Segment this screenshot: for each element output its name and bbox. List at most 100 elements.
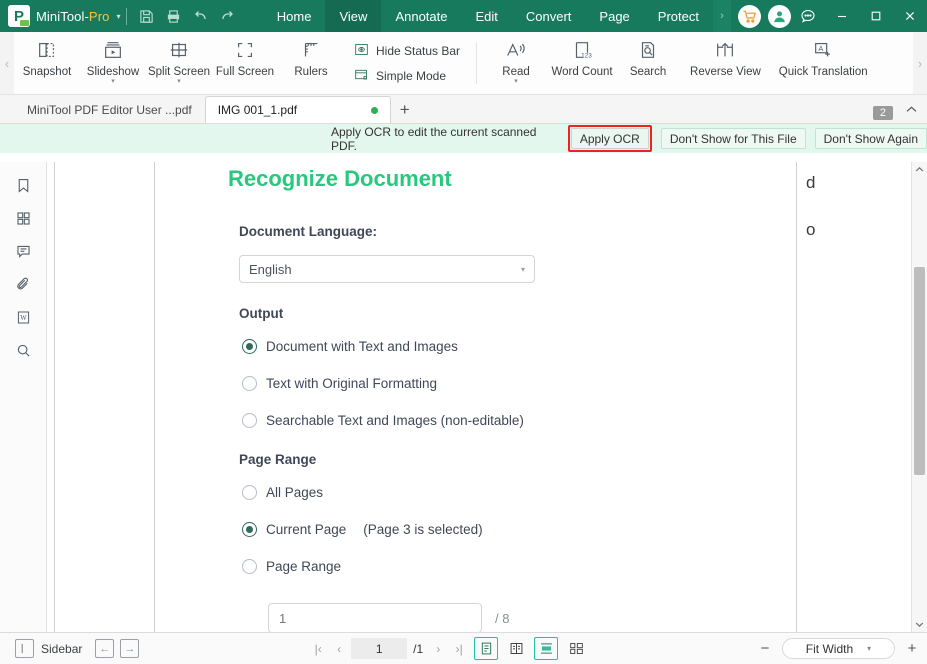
zoom-in-button[interactable]: + (905, 640, 919, 657)
watermark-w-icon[interactable]: W (8, 302, 38, 333)
chevron-up-icon[interactable] (899, 96, 923, 123)
page-range-option-all-pages[interactable]: All Pages (242, 485, 323, 500)
document-tab-active[interactable]: IMG 001_1.pdf (204, 96, 391, 123)
ribbon-button-reverse-view[interactable]: Reverse View (681, 32, 770, 94)
output-option-searchable-text-images[interactable]: Searchable Text and Images (non-editable… (242, 413, 524, 428)
ribbon-button-split-screen[interactable]: Split Screen ▾ (146, 32, 212, 94)
search-magnifier-icon[interactable] (8, 335, 38, 366)
last-page-button[interactable]: ›| (450, 638, 468, 660)
read-aloud-icon (504, 37, 528, 63)
document-viewport[interactable]: Recognize Document Document Language: En… (47, 162, 927, 632)
menu-tab-edit[interactable]: Edit (461, 0, 511, 32)
zoom-out-button[interactable]: − (758, 640, 772, 657)
menu-tab-annotate[interactable]: Annotate (381, 0, 461, 32)
document-language-label: Document Language: (239, 224, 378, 239)
attachment-paperclip-icon[interactable] (8, 269, 38, 300)
document-tab-inactive[interactable]: MiniTool PDF Editor User ...pdf (14, 96, 205, 123)
two-page-view-icon[interactable] (504, 637, 528, 660)
previous-page-button[interactable]: ‹ (330, 638, 348, 660)
ribbon-button-snapshot[interactable]: Snapshot (14, 32, 80, 94)
facing-pages-icon[interactable] (564, 637, 588, 660)
ribbon-label-rulers: Rulers (294, 66, 328, 78)
current-page-input[interactable]: 1 (351, 638, 408, 659)
menu-tab-convert[interactable]: Convert (512, 0, 586, 32)
radio-button (242, 413, 257, 428)
print-icon[interactable] (160, 0, 187, 32)
output-option-label: Searchable Text and Images (non-editable… (266, 413, 524, 428)
ribbon-scroll-right-icon[interactable]: › (913, 32, 927, 94)
ribbon-button-slideshow[interactable]: Slideshow ▾ (80, 32, 146, 94)
output-option-document-text-images[interactable]: Document with Text and Images (242, 339, 458, 354)
brand-main: MiniTool (36, 8, 85, 24)
page-navigation: |‹ ‹ 1 /1 › ›| (309, 637, 588, 660)
preview-text-fragment-top: d (806, 173, 816, 192)
ribbon-button-word-count[interactable]: 123 Word Count (549, 32, 615, 94)
apply-ocr-button[interactable]: Apply OCR (570, 128, 649, 149)
page-range-option-current-page[interactable]: Current Page (Page 3 is selected) (242, 522, 483, 537)
continuous-scroll-icon[interactable] (534, 637, 559, 660)
output-option-label: Document with Text and Images (266, 339, 458, 354)
dont-show-for-this-file-button[interactable]: Don't Show for This File (660, 128, 806, 149)
single-page-view-icon[interactable] (474, 637, 499, 660)
menu-tab-home[interactable]: Home (263, 0, 326, 32)
user-account-icon[interactable] (767, 4, 791, 28)
brand-dropdown-caret-icon[interactable]: ▾ (116, 12, 120, 21)
ribbon-button-full-screen[interactable]: Full Screen (212, 32, 278, 94)
scrollbar-thumb[interactable] (914, 267, 925, 475)
bookmark-icon[interactable] (8, 170, 38, 201)
rulers-icon (300, 37, 322, 63)
menu-tab-page[interactable]: Page (585, 0, 643, 32)
ribbon-button-quick-translation[interactable]: A Quick Translation (770, 32, 877, 94)
redo-icon[interactable] (214, 0, 241, 32)
save-icon[interactable] (133, 0, 160, 32)
page-range-input[interactable]: 1 (268, 603, 482, 632)
comment-icon[interactable] (8, 236, 38, 267)
read-dropdown-caret-icon[interactable]: ▾ (514, 78, 518, 85)
workspace: W Recognize Document Document Language: … (0, 162, 927, 632)
undo-icon[interactable] (187, 0, 214, 32)
close-button[interactable] (893, 0, 927, 32)
split-screen-dropdown-caret-icon[interactable]: ▾ (177, 78, 181, 85)
apply-ocr-highlight-box: Apply OCR (567, 125, 652, 152)
thumbnails-grid-icon[interactable] (8, 203, 38, 234)
ribbon-label-simple-mode: Simple Mode (376, 68, 447, 83)
zoom-level-select[interactable]: Fit Width ▾ (781, 638, 895, 659)
menu-tab-protect[interactable]: Protect (644, 0, 713, 32)
ribbon-button-read[interactable]: Read ▾ (483, 32, 549, 94)
ribbon-group-tools: Read ▾ 123 Word Count Search Reverse Vie… (483, 32, 877, 94)
menu-tab-view[interactable]: View (325, 0, 382, 32)
ribbon-toggle-hide-status-bar[interactable]: Hide Status Bar (354, 42, 460, 60)
sidebar-label: Sidebar (41, 641, 83, 656)
feedback-bubble-icon[interactable] (791, 0, 825, 32)
new-tab-button[interactable]: + (391, 96, 419, 123)
radio-button (242, 522, 257, 537)
scroll-up-arrow-icon[interactable] (912, 162, 927, 177)
split-screen-icon (168, 37, 190, 63)
menu-tabs-overflow-icon[interactable]: › (712, 0, 731, 32)
page-range-option-custom-range[interactable]: Page Range (242, 559, 341, 574)
ribbon-button-rulers[interactable]: Rulers (278, 32, 344, 94)
page-range-option-label: Current Page (266, 522, 347, 537)
tab-count-badge: 2 (872, 106, 893, 120)
hide-status-bar-icon (354, 42, 369, 60)
scroll-down-arrow-icon[interactable] (912, 617, 927, 632)
vertical-scrollbar[interactable] (911, 162, 927, 632)
dont-show-again-button[interactable]: Don't Show Again (814, 128, 927, 149)
minimize-button[interactable] (825, 0, 859, 32)
shopping-cart-icon[interactable] (737, 4, 761, 28)
ribbon-button-search[interactable]: Search (615, 32, 681, 94)
adjacent-page-preview: d o (796, 162, 904, 632)
output-option-text-original-formatting[interactable]: Text with Original Formatting (242, 376, 437, 391)
document-language-select[interactable]: English ▾ (239, 255, 535, 283)
previous-pane-button[interactable]: ← (95, 639, 115, 658)
next-page-button[interactable]: › (429, 638, 447, 660)
ribbon-scroll-left-icon[interactable]: ‹ (0, 32, 14, 94)
first-page-button[interactable]: |‹ (309, 638, 327, 660)
sidebar-toggle[interactable]: Sidebar (15, 639, 82, 658)
maximize-button[interactable] (859, 0, 893, 32)
page-title: Recognize Document (228, 166, 452, 191)
page-range-section-label: Page Range (239, 452, 317, 467)
next-pane-button[interactable]: → (120, 639, 140, 658)
ribbon-toggle-simple-mode[interactable]: Simple Mode (354, 67, 460, 85)
slideshow-dropdown-caret-icon[interactable]: ▾ (111, 78, 115, 85)
